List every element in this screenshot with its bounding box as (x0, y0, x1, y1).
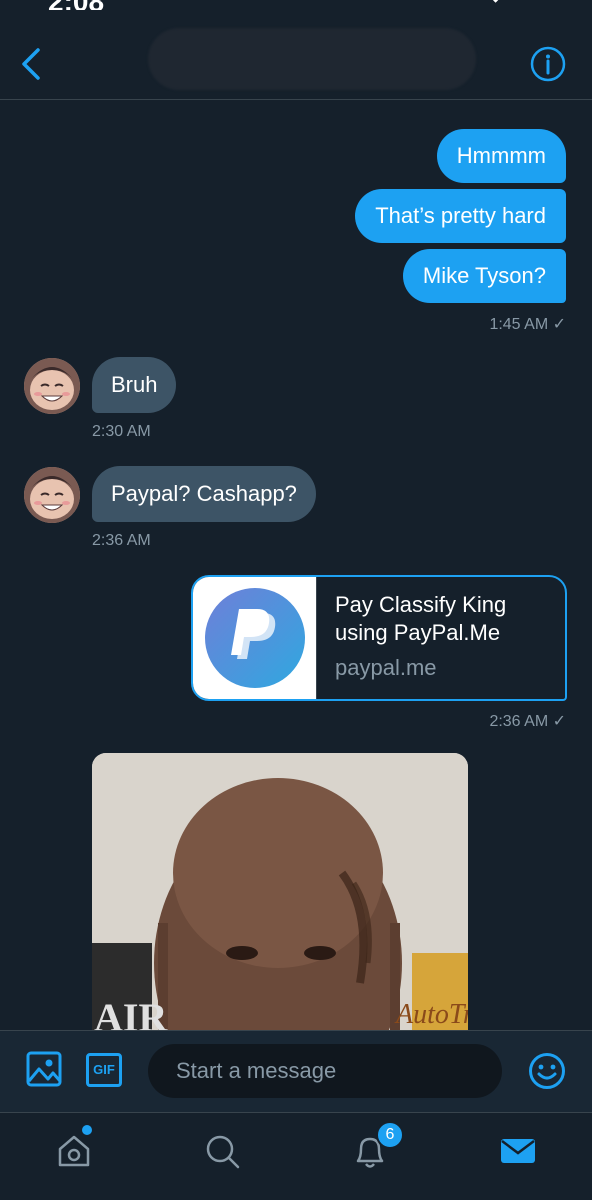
smiley-icon (529, 1053, 565, 1089)
message-input[interactable] (148, 1044, 502, 1098)
avatar-image (24, 358, 80, 414)
outgoing-message[interactable]: Hmmmm (436, 129, 566, 183)
outgoing-message[interactable]: That’s pretty hard (355, 189, 566, 243)
avatar-image (24, 467, 80, 523)
photo-sign-text: AIR (94, 995, 168, 1030)
search-icon (206, 1135, 240, 1169)
message-timestamp: 2:36 AM ✓ (489, 713, 566, 730)
link-preview-card[interactable]: Pay Classify King using PayPal.Me paypal… (191, 575, 567, 701)
bottom-tab-bar: 6 (0, 1112, 592, 1200)
message-timestamp: 2:30 AM (92, 423, 151, 440)
message-timestamp: 2:36 AM (92, 532, 151, 549)
home-icon (58, 1135, 90, 1167)
tab-messages[interactable] (498, 1131, 538, 1171)
photo-sign-text: AutoTr (394, 999, 468, 1030)
photo-message[interactable]: AIR AutoTr (92, 753, 468, 1030)
image-icon (26, 1051, 62, 1087)
new-content-dot (82, 1125, 92, 1135)
message-composer: GIF (0, 1030, 592, 1112)
link-title: Pay Classify King using PayPal.Me (335, 592, 507, 645)
photo-image: AIR AutoTr (92, 753, 468, 1030)
status-icons (452, 0, 562, 8)
incoming-message[interactable]: Paypal? Cashapp? (92, 466, 316, 522)
notifications-badge: 6 (376, 1121, 404, 1149)
chevron-left-icon (22, 48, 40, 80)
wifi-icon (491, 0, 503, 3)
incoming-message[interactable]: Bruh (92, 357, 177, 413)
gif-button[interactable]: GIF (86, 1053, 122, 1087)
info-icon (530, 46, 566, 82)
link-domain: paypal.me (335, 655, 437, 680)
avatar[interactable] (24, 358, 80, 414)
info-button[interactable] (530, 46, 566, 82)
back-button[interactable] (16, 44, 50, 84)
emoji-button[interactable] (528, 1052, 566, 1090)
tab-home[interactable] (54, 1131, 94, 1171)
outgoing-message[interactable]: Mike Tyson? (402, 249, 566, 303)
add-media-button[interactable] (26, 1051, 62, 1087)
mail-icon (501, 1139, 535, 1163)
message-thread[interactable]: Hmmmm That’s pretty hard Mike Tyson? 1:4… (0, 100, 592, 1030)
avatar[interactable] (24, 467, 80, 523)
status-bar: 2:08 (0, 0, 592, 17)
tab-search[interactable] (202, 1131, 242, 1171)
paypal-logo-icon (205, 588, 305, 688)
message-timestamp: 1:45 AM ✓ (489, 316, 566, 333)
link-thumbnail (193, 577, 317, 699)
redacted-contact-name[interactable] (148, 28, 476, 90)
conversation-header (0, 10, 592, 100)
